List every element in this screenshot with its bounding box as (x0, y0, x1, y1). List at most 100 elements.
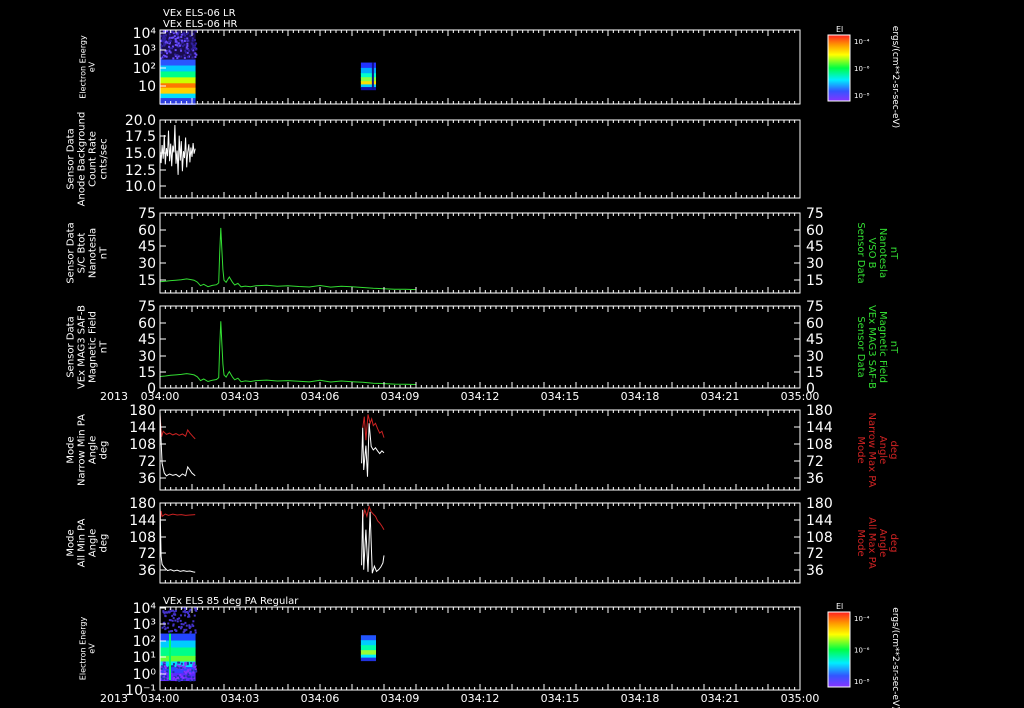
panel-title: VEx ELS 85 deg PA Regular (163, 596, 299, 607)
y-axis-label: Narrow Min PA (77, 414, 88, 486)
y-tick-label: 15.0 (125, 146, 156, 162)
panel-narrow_pa: 180 180144 144108 10872 7236 36Mode Narrow Min… (66, 403, 899, 491)
y-axis-label: Sensor Data (66, 222, 77, 283)
panel-bmag_vso: 75 7560 6045 4530 3015 15Sensor Data S/C Btot N… (66, 206, 899, 294)
y-tick-label: 72 (138, 454, 156, 470)
y-axis-label-right: Mode (855, 436, 866, 463)
y-tick-label-right: 180 (806, 496, 833, 512)
colorbar-tick-label: 10⁻⁴ (854, 615, 870, 623)
time-tick-label: 035:00 (781, 692, 820, 705)
panel-els06: 10⁴10³ 10² 10 Electron Energy eV VEx ELS-06 L… (79, 8, 901, 128)
y-axis-label-right: VSO B (866, 237, 877, 268)
time-tick-label: 034:03 (221, 692, 260, 705)
panels: 10⁴10³10²10Electron Energy eVVEx ELS-06 L… (66, 8, 901, 708)
y-tick-label: 10⁰ (133, 667, 157, 683)
y-tick-label: 10³ (133, 43, 156, 59)
y-tick-label: 60 (138, 316, 156, 332)
panel-anode: 20.017.515.012.510.0 Sensor Data Anode Bac… (66, 112, 801, 206)
y-tick-label-right: 72 (806, 454, 824, 470)
y-axis-label: Electron Energy (79, 35, 88, 99)
y-tick-label: 144 (129, 513, 156, 529)
y-tick-label: 30 (138, 256, 156, 272)
y-tick-label: 12.5 (125, 163, 156, 179)
plot-frame (159, 502, 801, 584)
y-axis-label-right: deg (888, 441, 899, 460)
y-axis-label-right: Sensor Data (855, 222, 866, 283)
time-tick-label: 034:00 (141, 390, 180, 403)
y-tick-label: 36 (138, 563, 156, 579)
time-tick-label: 034:21 (701, 390, 740, 403)
series-line (362, 504, 385, 530)
colorbar-tick-label: 10⁻⁶ (854, 647, 870, 655)
y-tick-label-right: 144 (806, 420, 833, 436)
y-tick-label: 15 (138, 273, 156, 289)
colorbar-unit: ergs/(cm**2-sr-sec-eV) (890, 607, 900, 708)
y-tick-label: 60 (138, 223, 156, 239)
y-tick-label-right: 45 (806, 239, 824, 255)
y-axis-label: cnts/sec (99, 138, 110, 179)
y-axis-label: nT (99, 340, 110, 353)
series-line (159, 124, 196, 175)
y-axis-label: Sensor Data (66, 316, 77, 377)
y-axis-label: Mode (66, 436, 77, 463)
y-axis-label-right: Magnetic Field (877, 311, 888, 383)
y-tick-label: 10³ (133, 617, 156, 633)
colorbar-unit: ergs/(cm**2-sr-sec-eV) (890, 26, 900, 128)
colorbar-tick-label: 10⁻⁴ (854, 38, 870, 46)
y-tick-label-right: 45 (806, 332, 824, 348)
time-tick-label: 034:09 (381, 692, 420, 705)
y-axis-label: Count Rate (88, 131, 99, 187)
series-line (362, 414, 385, 441)
time-tick-label: 034:06 (301, 390, 340, 403)
time-tick-label: 034:00 (141, 692, 180, 705)
y-axis-label-right: Sensor Data (855, 316, 866, 377)
y-tick-label: 10⁴ (133, 26, 157, 42)
y-axis-label: Electron Energy (79, 617, 88, 681)
panel-els85: 10⁴10³10²10¹10⁰10⁻¹Electron Energy eVVEx … (79, 596, 901, 708)
plot-frame (159, 305, 801, 389)
time-tick-label: 034:06 (301, 692, 340, 705)
y-tick-label: 108 (129, 437, 156, 453)
y-axis-label-right: All Max PA (866, 517, 877, 569)
year-label: 2013 (100, 390, 128, 403)
y-axis-label: Nanotesla (88, 228, 99, 278)
y-axis-label-right: Nanotesla (877, 228, 888, 278)
y-tick-label: 10.0 (125, 179, 156, 195)
time-tick-label: 034:18 (621, 390, 660, 403)
y-tick-label: 180 (129, 403, 156, 419)
y-tick-label-right: 36 (806, 563, 824, 579)
heatmap-block (360, 635, 376, 662)
y-tick-label: 20.0 (125, 113, 156, 129)
series-line (159, 321, 417, 385)
heatmap-block (360, 62, 376, 91)
y-tick-label: 10 (138, 79, 156, 95)
colorbar-tick-label: 10⁻⁸ (854, 678, 870, 686)
time-tick-label: 034:21 (701, 692, 740, 705)
y-tick-label-right: 75 (806, 299, 824, 315)
plot-frame (159, 409, 801, 491)
colorbar-tick-label: 10⁻⁸ (854, 92, 870, 100)
colorbar-title: El (836, 602, 843, 611)
heatmap-block (160, 607, 198, 682)
time-tick-label: 034:15 (541, 692, 580, 705)
plot-frame (159, 29, 801, 105)
y-tick-label: 10⁴ (133, 601, 157, 617)
y-axis-label: eV (88, 61, 97, 72)
colorbar-tick-label: 10⁻⁶ (854, 65, 870, 73)
y-axis-label-right: Mode (855, 529, 866, 556)
plot-frame (159, 212, 801, 294)
y-axis-label: Magnetic Field (88, 311, 99, 383)
y-tick-label-right: 30 (806, 349, 824, 365)
y-tick-label-right: 60 (806, 316, 824, 332)
y-tick-label: 75 (138, 299, 156, 315)
y-tick-label: 17.5 (125, 129, 156, 145)
y-axis-label-right: Narrow Max PA (866, 413, 877, 488)
colorbar (827, 34, 851, 102)
panel-title: VEx ELS-06 HR (163, 19, 238, 30)
y-tick-label-right: 144 (806, 513, 833, 529)
year-label: 2013 (100, 692, 128, 705)
y-axis-label-right: nT (888, 247, 899, 260)
y-tick-label-right: 60 (806, 223, 824, 239)
y-axis-label: eV (88, 643, 97, 654)
time-tick-label: 034:09 (381, 390, 420, 403)
